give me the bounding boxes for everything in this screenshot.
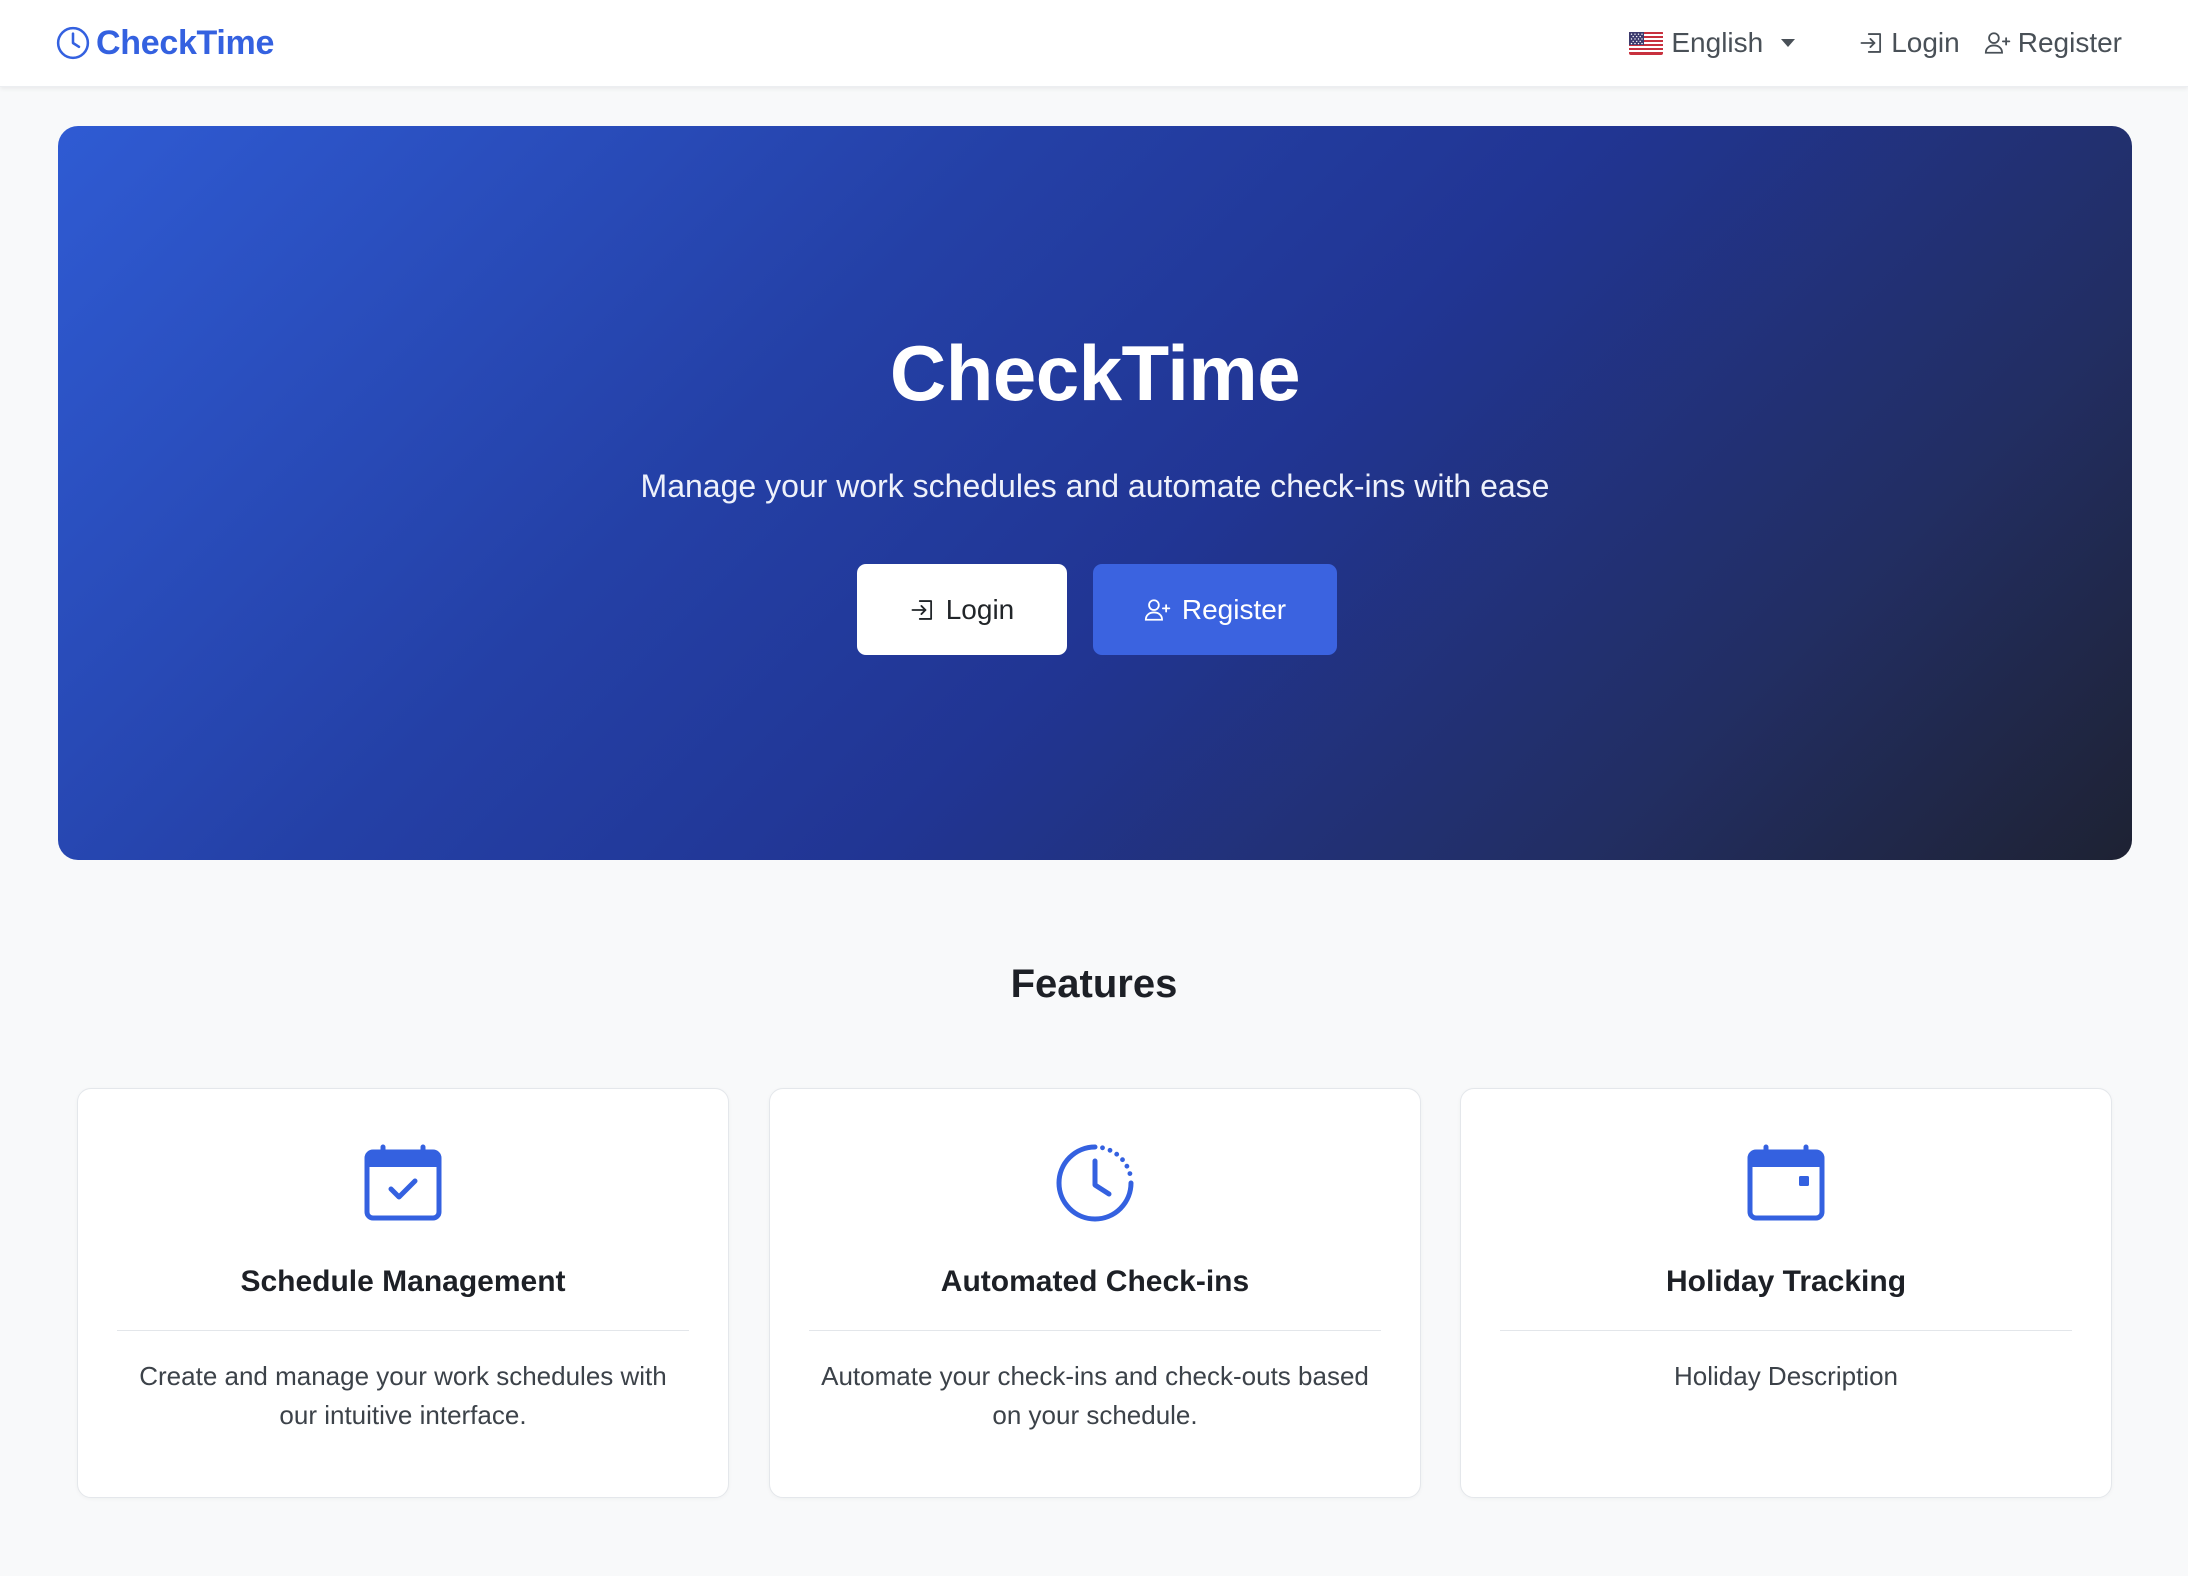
hero-login-label: Login [945,593,1015,625]
hero-login-button[interactable]: Login [857,564,1067,655]
hero-actions: Login Register [58,564,2132,655]
navbar-right: English Login Register [1629,20,2122,66]
nav-login-link[interactable]: Login [1859,27,1960,59]
feature-title: Schedule Management [240,1265,566,1298]
nav-register-label: Register [2017,27,2122,58]
person-plus-icon [1984,32,2011,54]
hero-subtitle: Manage your work schedules and automate … [640,468,1550,504]
feature-card-schedule: Schedule Management Create and manage yo… [77,1088,729,1498]
language-dropdown[interactable]: English [1629,27,1796,59]
clock-icon [56,26,90,60]
box-arrow-in-right-icon [1860,33,1882,53]
calendar-event-icon [1747,1144,1825,1221]
language-label: English [1671,27,1764,58]
feature-title: Holiday Tracking [1665,1265,1907,1298]
top-navbar: CheckTime English Login Register [0,0,2188,87]
hero-register-label: Register [1181,593,1287,625]
feature-description: Create and manage your work schedules wi… [139,1361,667,1430]
nav-login-label: Login [1891,27,1960,58]
hero-title: CheckTime [889,329,1301,417]
hero-banner: CheckTime Manage your work schedules and… [58,126,2132,860]
divider [1500,1330,2072,1331]
feature-description: Holiday Description [1674,1361,1898,1391]
brand-name: CheckTime [96,23,275,62]
divider [809,1330,1381,1331]
features-heading: Features [1010,962,1178,1006]
feature-card-holiday: Holiday Tracking Holiday Description [1460,1088,2112,1498]
feature-card-checkins: Automated Check-ins Automate your check-… [769,1088,1421,1498]
us-flag-icon [1629,31,1664,55]
divider [117,1330,689,1331]
feature-title: Automated Check-ins [940,1265,1250,1298]
caret-down-icon [1781,39,1796,47]
hero-register-button[interactable]: Register [1093,564,1337,655]
person-plus-icon [1144,598,1171,621]
clock-history-icon [1056,1144,1134,1222]
box-arrow-in-right-icon [911,599,932,620]
brand-link[interactable]: CheckTime [56,22,274,64]
calendar-check-icon [364,1144,442,1221]
feature-description: Automate your check-ins and check-outs b… [821,1361,1369,1430]
nav-register-link[interactable]: Register [1984,27,2122,59]
